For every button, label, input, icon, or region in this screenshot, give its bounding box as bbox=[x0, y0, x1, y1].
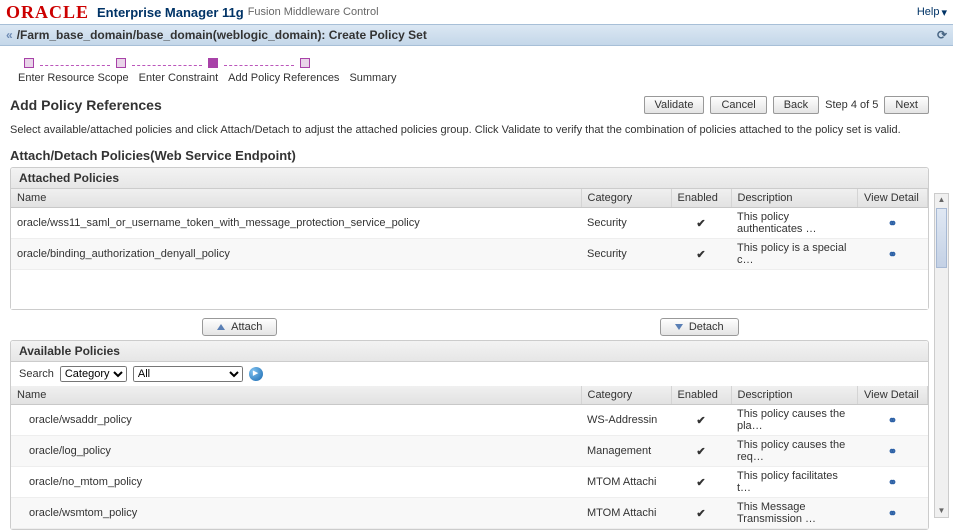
product-name: Enterprise Manager 11g bbox=[97, 5, 244, 20]
app-header: ORACLE Enterprise Manager 11g Fusion Mid… bbox=[0, 0, 953, 24]
view-detail-icon[interactable]: ⚭ bbox=[888, 249, 897, 261]
back-button[interactable]: Back bbox=[773, 96, 819, 114]
available-policies-table: Name Category Enabled Description View D… bbox=[11, 386, 928, 529]
available-policies-header: Available Policies bbox=[11, 341, 928, 362]
view-detail-icon[interactable]: ⚭ bbox=[888, 415, 897, 427]
policy-name: oracle/no_mtom_policy bbox=[11, 467, 581, 498]
breadcrumb-path: /Farm_base_domain/base_domain(weblogic_d… bbox=[17, 28, 427, 42]
attach-detach-heading: Attach/Detach Policies(Web Service Endpo… bbox=[10, 148, 929, 163]
col-category[interactable]: Category bbox=[581, 386, 671, 405]
view-detail-icon[interactable]: ⚭ bbox=[888, 508, 897, 520]
table-row[interactable]: oracle/no_mtom_policy MTOM Attachi ✔ Thi… bbox=[11, 467, 928, 498]
policy-name: oracle/wss11_saml_or_username_token_with… bbox=[11, 208, 581, 239]
product-subtitle: Fusion Middleware Control bbox=[248, 6, 379, 18]
enabled-check-icon: ✔ bbox=[671, 208, 731, 239]
page-titlebar: Add Policy References Validate Cancel Ba… bbox=[10, 96, 929, 114]
policy-category: Management bbox=[581, 436, 671, 467]
instruction-text: Select available/attached policies and c… bbox=[10, 124, 929, 136]
scroll-down-icon[interactable]: ▼ bbox=[935, 505, 948, 517]
policy-category: Security bbox=[581, 208, 671, 239]
page-title: Add Policy References bbox=[10, 97, 162, 113]
col-name[interactable]: Name bbox=[11, 189, 581, 208]
next-button[interactable]: Next bbox=[884, 96, 929, 114]
col-view-detail[interactable]: View Detail bbox=[858, 386, 928, 405]
policy-name: oracle/wsaddr_policy bbox=[11, 405, 581, 436]
search-bar: Search Category All bbox=[11, 362, 928, 386]
attached-policies-table: Name Category Enabled Description View D… bbox=[11, 189, 928, 270]
enabled-check-icon: ✔ bbox=[671, 498, 731, 529]
view-detail-icon[interactable]: ⚭ bbox=[888, 218, 897, 230]
view-detail-icon[interactable]: ⚭ bbox=[888, 477, 897, 489]
validate-button[interactable]: Validate bbox=[644, 96, 705, 114]
available-policies-panel: Available Policies Search Category All N… bbox=[10, 340, 929, 530]
wizard-step-3[interactable]: Add Policy References bbox=[228, 72, 339, 84]
col-view-detail[interactable]: View Detail bbox=[858, 189, 928, 208]
scroll-thumb[interactable] bbox=[936, 208, 947, 268]
policy-name: oracle/log_policy bbox=[11, 436, 581, 467]
dropdown-icon: ▾ bbox=[941, 6, 947, 19]
table-row[interactable]: oracle/wsaddr_policy WS-Addressin ✔ This… bbox=[11, 405, 928, 436]
policy-category: WS-Addressin bbox=[581, 405, 671, 436]
policy-description: This policy causes the pla… bbox=[731, 405, 858, 436]
search-label: Search bbox=[19, 368, 54, 380]
policy-name: oracle/wsmtom_policy bbox=[11, 498, 581, 529]
cancel-button[interactable]: Cancel bbox=[710, 96, 766, 114]
policy-description: This policy causes the req… bbox=[731, 436, 858, 467]
search-value-select[interactable]: All bbox=[133, 366, 243, 382]
policy-name: oracle/binding_authorization_denyall_pol… bbox=[11, 239, 581, 270]
search-go-icon[interactable] bbox=[249, 367, 263, 381]
arrow-down-icon bbox=[675, 324, 683, 330]
wizard-step-1[interactable]: Enter Resource Scope bbox=[18, 72, 129, 84]
enabled-check-icon: ✔ bbox=[671, 467, 731, 498]
detach-label: Detach bbox=[689, 321, 724, 333]
policy-category: MTOM Attachi bbox=[581, 498, 671, 529]
table-row[interactable]: oracle/binding_authorization_denyall_pol… bbox=[11, 239, 928, 270]
col-name[interactable]: Name bbox=[11, 386, 581, 405]
refresh-icon[interactable]: ⟳ bbox=[937, 28, 947, 42]
detach-button[interactable]: Detach bbox=[660, 318, 739, 336]
attach-button[interactable]: Attach bbox=[202, 318, 277, 336]
attach-label: Attach bbox=[231, 321, 262, 333]
policy-description: This policy authenticates … bbox=[731, 208, 858, 239]
policy-description: This Message Transmission … bbox=[731, 498, 858, 529]
wizard-step-4[interactable]: Summary bbox=[349, 72, 396, 84]
step-indicator: Step 4 of 5 bbox=[825, 99, 878, 111]
help-menu[interactable]: Help ▾ bbox=[917, 6, 947, 19]
search-field-select[interactable]: Category bbox=[60, 366, 127, 382]
col-category[interactable]: Category bbox=[581, 189, 671, 208]
attached-policies-panel: Attached Policies Name Category Enabled … bbox=[10, 167, 929, 310]
wizard-step-2[interactable]: Enter Constraint bbox=[139, 72, 218, 84]
col-enabled[interactable]: Enabled bbox=[671, 386, 731, 405]
enabled-check-icon: ✔ bbox=[671, 436, 731, 467]
policy-description: This policy facilitates t… bbox=[731, 467, 858, 498]
table-row[interactable]: oracle/log_policy Management ✔ This poli… bbox=[11, 436, 928, 467]
vertical-scrollbar[interactable]: ▲ ▼ bbox=[934, 193, 949, 518]
wizard-box-1 bbox=[24, 58, 34, 68]
col-description[interactable]: Description bbox=[731, 386, 858, 405]
oracle-logo: ORACLE bbox=[6, 2, 89, 23]
wizard-train: Enter Resource Scope Enter Constraint Ad… bbox=[0, 46, 953, 90]
enabled-check-icon: ✔ bbox=[671, 239, 731, 270]
col-description[interactable]: Description bbox=[731, 189, 858, 208]
col-enabled[interactable]: Enabled bbox=[671, 189, 731, 208]
policy-category: MTOM Attachi bbox=[581, 467, 671, 498]
breadcrumb-bar: « /Farm_base_domain/base_domain(weblogic… bbox=[0, 24, 953, 46]
policy-description: This policy is a special c… bbox=[731, 239, 858, 270]
enabled-check-icon: ✔ bbox=[671, 405, 731, 436]
wizard-box-2 bbox=[116, 58, 126, 68]
help-label: Help bbox=[917, 6, 940, 18]
attach-detach-row: Attach Detach bbox=[10, 314, 929, 340]
wizard-box-4 bbox=[300, 58, 310, 68]
scroll-up-icon[interactable]: ▲ bbox=[935, 194, 948, 206]
arrow-up-icon bbox=[217, 324, 225, 330]
table-row[interactable]: oracle/wsmtom_policy MTOM Attachi ✔ This… bbox=[11, 498, 928, 529]
attached-policies-header: Attached Policies bbox=[11, 168, 928, 189]
back-icon[interactable]: « bbox=[6, 28, 13, 42]
wizard-box-3 bbox=[208, 58, 218, 68]
table-row[interactable]: oracle/wss11_saml_or_username_token_with… bbox=[11, 208, 928, 239]
view-detail-icon[interactable]: ⚭ bbox=[888, 446, 897, 458]
policy-category: Security bbox=[581, 239, 671, 270]
